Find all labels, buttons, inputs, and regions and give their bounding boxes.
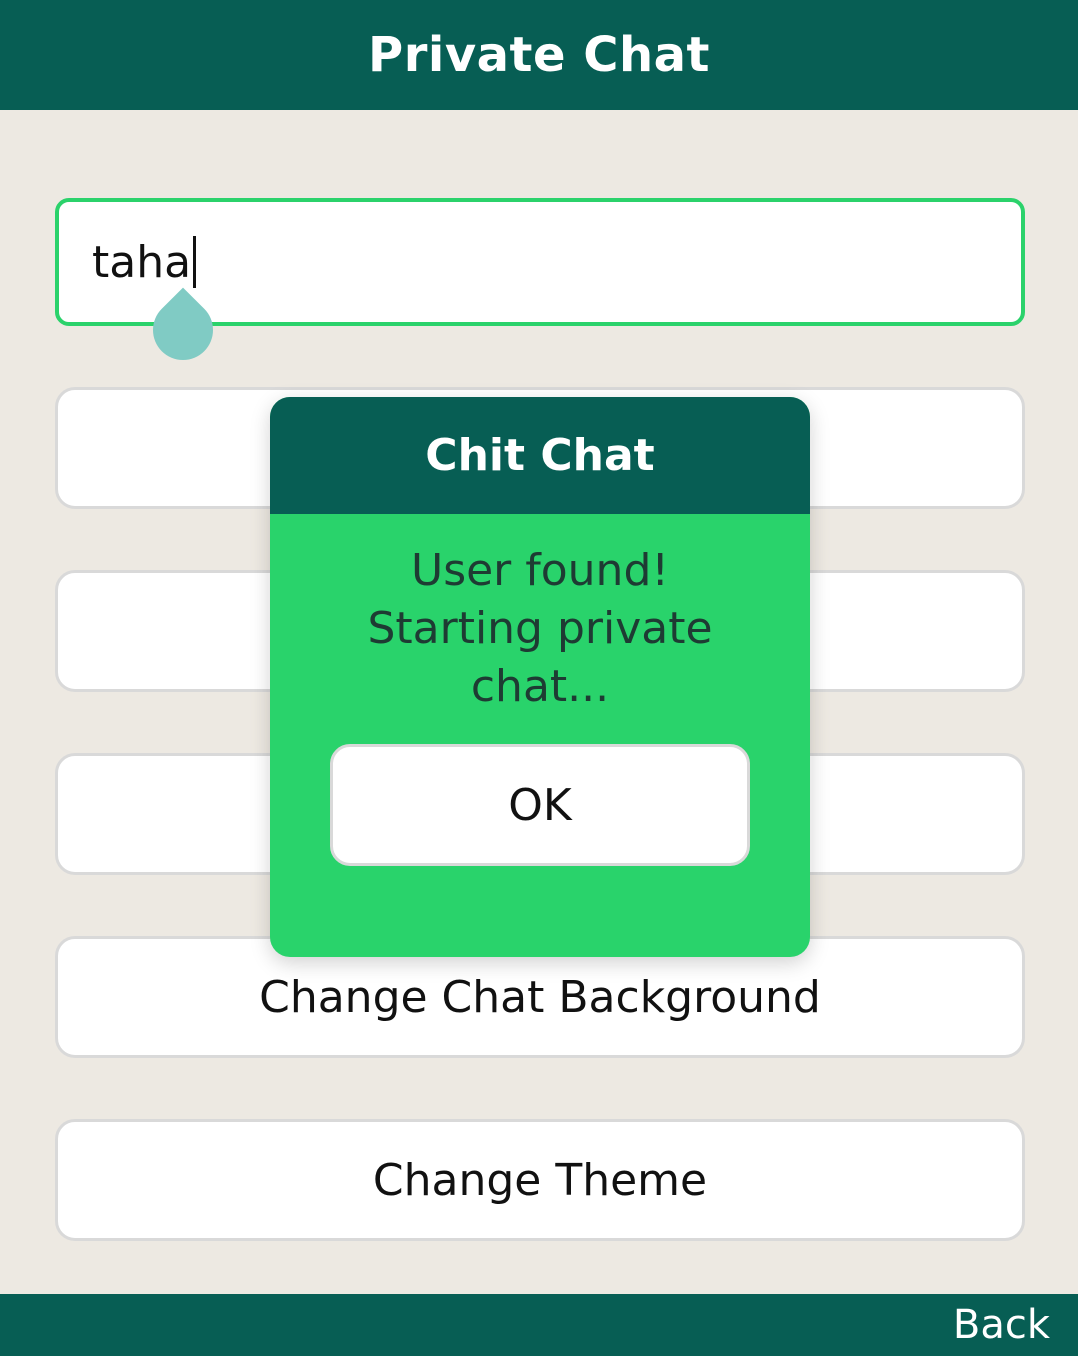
change-chat-background-label: Change Chat Background: [259, 971, 821, 1023]
page-title: Private Chat: [368, 27, 710, 83]
text-cursor: [193, 236, 197, 288]
alert-dialog: Chit Chat User found! Starting private c…: [270, 397, 810, 957]
dialog-message-line: chat...: [470, 661, 610, 712]
app-header: Private Chat: [0, 0, 1078, 110]
dialog-header: Chit Chat: [270, 397, 810, 514]
dialog-message: User found! Starting private chat...: [270, 542, 810, 716]
dialog-message-line: Starting private: [367, 603, 713, 654]
ok-button[interactable]: OK: [330, 744, 750, 866]
username-input-value: taha: [92, 236, 192, 288]
ok-button-label: OK: [508, 779, 572, 831]
dialog-message-line: User found!: [410, 545, 670, 596]
dialog-title: Chit Chat: [425, 430, 655, 481]
change-theme-button[interactable]: Change Theme: [55, 1119, 1025, 1241]
back-button[interactable]: Back: [953, 1302, 1050, 1348]
bottom-bar: Back: [0, 1294, 1078, 1356]
change-theme-label: Change Theme: [372, 1154, 708, 1206]
